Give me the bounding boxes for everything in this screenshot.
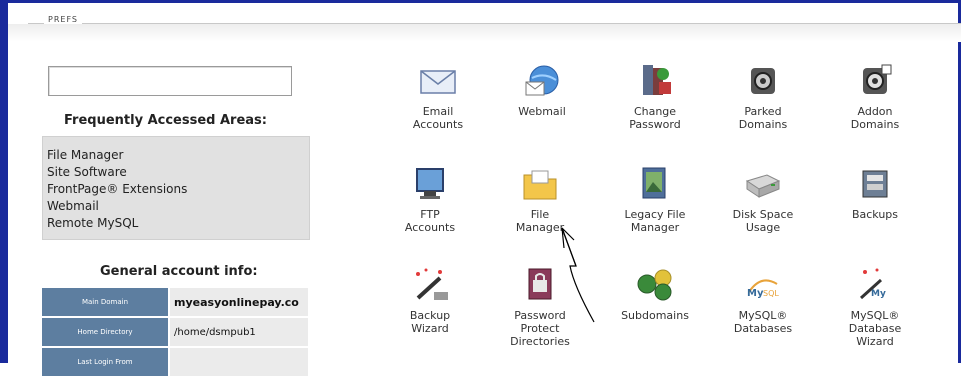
faa-item-frontpage-extensions[interactable]: FrontPage® Extensions [47,181,309,198]
disk-drive-icon [745,174,781,198]
mysql-databases-button[interactable]: My SQL MySQL® Databases [718,266,808,335]
tile-label-line: Wizard [411,322,449,335]
info-value: /home/dsmpub1 [170,318,308,346]
pointer-arrow-icon [561,227,595,323]
tile-label-line: Accounts [404,221,456,234]
tile-label-line: FTP [420,208,440,221]
info-row-last-login: Last Login From [42,348,308,376]
backup-wizard-button[interactable]: Backup Wizard [385,266,475,335]
panel-legend: PREFS [44,15,82,24]
lock-book-icon [528,268,552,300]
tile-label-line: Manager [630,221,680,234]
tile-label-line: Addon [857,105,893,118]
frequently-accessed-list: File Manager Site Software FrontPage® Ex… [43,137,309,232]
tile-label-line: Email [422,105,454,118]
tile-label-line: Change [633,105,677,118]
info-value [170,348,308,376]
info-row-main-domain: Main Domain myeasyonlinepay.co [42,288,308,316]
folder-icon [523,170,557,200]
panel-divider [28,23,961,24]
tile-label-line: Disk Space [732,208,794,221]
subdomains-button[interactable]: Subdomains [610,266,700,322]
tile-label-line: MySQL® [738,309,788,322]
photo-folder-icon [642,167,666,199]
frequently-accessed-title: Frequently Accessed Areas: [64,113,267,128]
email-accounts-button[interactable]: Email Accounts [393,62,483,131]
legacy-file-manager-button[interactable]: Legacy File Manager [610,165,700,234]
webmail-button[interactable]: Webmail [497,62,587,118]
faa-item-webmail[interactable]: Webmail [47,198,309,215]
wand-icon [416,268,448,300]
tile-label-line: Webmail [518,105,566,118]
panel-header-band [8,24,961,42]
monitor-icon [416,168,444,199]
www-badges-icon [637,269,672,301]
parked-domains-button[interactable]: Parked Domains [718,62,808,131]
info-row-home-directory: Home Directory /home/dsmpub1 [42,318,308,346]
key-books-icon [643,65,671,95]
info-key: Home Directory [42,318,168,346]
info-value: myeasyonlinepay.co [170,288,308,316]
faa-item-remote-mysql[interactable]: Remote MySQL [47,215,309,232]
faa-item-file-manager[interactable]: File Manager [47,147,309,164]
tile-label-line: File [530,208,550,221]
tile-label-line: Database [848,322,902,335]
backups-button[interactable]: Backups [830,165,920,221]
svg-text:My: My [871,289,886,299]
frequently-accessed-box: File Manager Site Software FrontPage® Ex… [42,136,310,240]
change-password-button[interactable]: Change Password [610,62,700,131]
svg-text:SQL: SQL [763,289,779,298]
tile-label-line: Domains [850,118,900,131]
general-info-title: General account info: [100,264,258,279]
mysql-database-wizard-button[interactable]: My MySQL® Database Wizard [830,266,920,348]
camera-icon [751,68,775,94]
globe-mail-icon [525,65,559,96]
tile-label-line: Directories [510,335,570,348]
tile-label-line: MySQL® [850,309,900,322]
tile-label-line: Wizard [856,335,894,348]
info-key: Main Domain [42,288,168,316]
backup-box-icon [862,170,888,198]
mysql-logo-icon: My SQL [747,279,779,299]
tile-label-line: Usage [745,221,781,234]
tile-label-line: Legacy File [624,208,686,221]
tile-label-line: Backup [409,309,451,322]
info-key: Last Login From [42,348,168,376]
faa-item-site-software[interactable]: Site Software [47,164,309,181]
search-input[interactable] [48,66,292,96]
envelope-icon [420,70,456,94]
file-manager-button[interactable]: File Manager [495,165,585,234]
ftp-accounts-button[interactable]: FTP Accounts [385,165,475,234]
tile-label-line: Databases [733,322,793,335]
camera-add-icon [863,64,892,94]
tile-label-line: Domains [738,118,788,131]
mysql-wand-icon: My [859,268,886,300]
tile-label-line: Parked [744,105,782,118]
disk-space-usage-button[interactable]: Disk Space Usage [718,165,808,234]
tile-label-line: Password [629,118,681,131]
addon-domains-button[interactable]: Addon Domains [830,62,920,131]
tile-label-line: Accounts [412,118,464,131]
svg-text:My: My [747,288,764,299]
tile-label-line: Backups [851,208,899,221]
tile-label-line: Subdomains [621,309,689,322]
